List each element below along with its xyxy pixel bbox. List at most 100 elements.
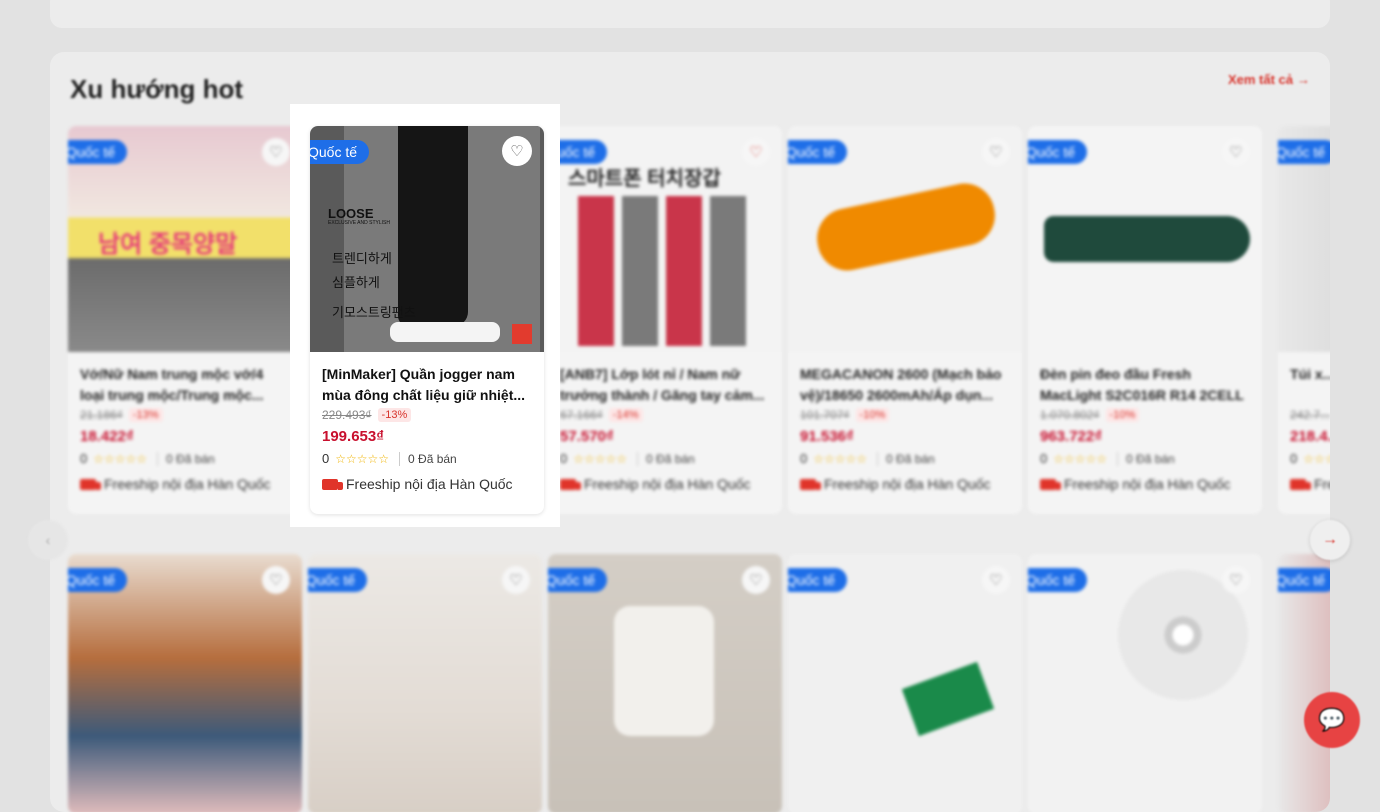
- product-row-1: 남여 중목양말 Quốc tế ♡ Vớ/Nữ Nam trung mộc vớ…: [68, 126, 1330, 514]
- brand-text: LOOSE: [328, 206, 374, 221]
- heart-icon[interactable]: ♡: [502, 136, 532, 166]
- truck-icon: [1290, 478, 1311, 490]
- product-card[interactable]: Quốc tế ♡ MEGACANON 2600 (Mạch bảo vệ)/1…: [788, 126, 1022, 514]
- shipping-text: Freeship nội địa Hàn Quốc: [1314, 476, 1330, 492]
- focused-product-card[interactable]: LOOSE EXCLUSIVE AND STYLISH 트렌디하게 심플하게 기…: [310, 126, 544, 514]
- product-image: Quốc tế ♡: [788, 554, 1022, 812]
- image-caption-2: 심플하게: [332, 275, 380, 290]
- international-badge: Quốc tế: [1028, 140, 1088, 164]
- star-rating-icon: ☆☆☆☆☆: [93, 451, 148, 466]
- product-image: Quốc tế ♡: [788, 126, 1022, 352]
- shipping-text: Freeship nội địa Hàn Quốc: [824, 476, 991, 492]
- discount-badge: -14%: [608, 408, 643, 422]
- sneakers: [390, 322, 500, 342]
- chat-button[interactable]: 💬: [1304, 692, 1360, 748]
- product-image: Quốc tế: [1278, 554, 1330, 812]
- rating-value: 0: [322, 451, 330, 466]
- heart-icon[interactable]: ♡: [1222, 138, 1250, 166]
- battery-graphic: [811, 177, 1001, 277]
- product-image-text: 스마트폰 터치장갑: [568, 168, 721, 190]
- arrow-left-icon: ‹: [45, 532, 51, 548]
- truck-icon: [560, 478, 581, 490]
- product-card[interactable]: Quốc tế ♡: [548, 554, 782, 812]
- heart-icon[interactable]: ♡: [262, 566, 290, 594]
- carousel-prev-button[interactable]: ‹: [28, 520, 68, 560]
- heart-icon[interactable]: ♡: [742, 138, 770, 166]
- product-image: Quốc tế ♡: [1028, 554, 1262, 812]
- product-image: 스마트폰 터치장갑 Quốc tế ♡: [548, 126, 782, 352]
- star-rating-icon: ☆☆☆☆☆: [813, 451, 868, 466]
- heart-icon[interactable]: ♡: [1222, 566, 1250, 594]
- rating-value: 0: [1040, 451, 1048, 466]
- star-rating-icon: ☆☆☆☆☆: [573, 451, 628, 466]
- section-title: Xu hướng hot: [70, 74, 244, 104]
- discount-badge: -13%: [128, 408, 163, 422]
- see-all-link[interactable]: Xem tất cả →: [1228, 72, 1310, 87]
- product-price: 963.722₫: [1040, 428, 1102, 445]
- old-price: 21.186₫: [80, 408, 123, 422]
- heart-icon[interactable]: ♡: [982, 138, 1010, 166]
- heart-icon[interactable]: ♡: [262, 138, 290, 166]
- focused-product-highlight: LOOSE EXCLUSIVE AND STYLISH 트렌디하게 심플하게 기…: [290, 104, 560, 527]
- sold-count: 0 Đã bán: [1117, 451, 1175, 466]
- product-name: Đèn pin đeo đầu Fresh MacLight S2C016R R…: [1040, 366, 1244, 403]
- international-badge: Quốc tế: [68, 140, 128, 164]
- old-price: 1.070.802₫: [1040, 408, 1100, 422]
- discount-badge: -10%: [855, 408, 890, 422]
- seller-logo: [512, 324, 532, 344]
- shipping-text: Freeship nội địa Hàn Quốc: [1064, 476, 1231, 492]
- international-badge: Quốc tế: [68, 568, 128, 592]
- top-panel: [50, 0, 1330, 28]
- product-card[interactable]: Quốc tế ♡ Đèn pin đeo đầu Fresh MacLight…: [1028, 126, 1262, 514]
- product-name: Túi x... Mact...: [1290, 366, 1330, 382]
- sold-count: 0 Đã bán: [637, 451, 695, 466]
- carousel-next-button[interactable]: →: [1310, 520, 1350, 560]
- sold-count: 0 Đã bán: [877, 451, 935, 466]
- international-badge: Quốc tế: [1278, 568, 1330, 592]
- star-rating-icon: ☆☆☆☆☆: [1303, 451, 1330, 466]
- product-row-2: Quốc tế ♡ Quốc tế ♡ Quốc tế ♡ Quốc tế ♡ Quốc…: [68, 554, 1330, 812]
- international-badge: Quốc tế: [788, 568, 848, 592]
- rating-value: 0: [560, 451, 568, 466]
- international-badge: Quốc tế: [1278, 140, 1330, 164]
- jogger-pants: [398, 126, 468, 326]
- product-card[interactable]: Quốc tế Túi x... Mact... 242.7... 218.4.…: [1278, 126, 1330, 514]
- heart-icon[interactable]: ♡: [982, 566, 1010, 594]
- international-badge: Quốc tế: [548, 568, 608, 592]
- product-price: 91.536₫: [800, 428, 854, 445]
- product-card[interactable]: Quốc tế ♡: [68, 554, 302, 812]
- product-image: Quốc tế ♡: [308, 554, 542, 812]
- product-card[interactable]: 스마트폰 터치장갑 Quốc tế ♡ [ANB7] Lớp lót nỉ / …: [548, 126, 782, 514]
- product-card[interactable]: Quốc tế ♡: [788, 554, 1022, 812]
- star-rating-icon: ☆☆☆☆☆: [335, 451, 390, 466]
- product-image: Quốc tế ♡: [548, 554, 782, 812]
- star-rating-icon: ☆☆☆☆☆: [1053, 451, 1108, 466]
- brand-subtext: EXCLUSIVE AND STYLISH: [328, 220, 390, 226]
- shipping-text: Freeship nội địa Hàn Quốc: [104, 476, 271, 492]
- product-image: Quốc tế ♡: [68, 554, 302, 812]
- product-image-text: 남여 중목양말: [98, 231, 238, 258]
- rating-value: 0: [800, 451, 808, 466]
- product-name: Vớ/Nữ Nam trung mộc vớ/4 loại trung mộc/…: [80, 366, 264, 403]
- product-price: 18.422₫: [80, 428, 134, 445]
- product-card[interactable]: Quốc tế: [1278, 554, 1330, 812]
- international-badge: Quốc tế: [788, 140, 848, 164]
- rating-value: 0: [80, 451, 88, 466]
- humidifier-graphic: [614, 606, 714, 736]
- sold-count: 0 Đã bán: [399, 451, 457, 466]
- international-badge: Quốc tế: [310, 140, 370, 164]
- product-card[interactable]: 남여 중목양말 Quốc tế ♡ Vớ/Nữ Nam trung mộc vớ…: [68, 126, 302, 514]
- product-image: 남여 중목양말 Quốc tế ♡: [68, 126, 302, 352]
- old-price: 101.707₫: [800, 408, 850, 422]
- heart-icon[interactable]: ♡: [502, 566, 530, 594]
- product-name: [MinMaker] Quần jogger nam mùa đông chất…: [322, 366, 526, 403]
- heart-icon[interactable]: ♡: [742, 566, 770, 594]
- truck-icon: [80, 478, 101, 490]
- product-image: Quốc tế ♡: [1028, 126, 1262, 352]
- product-image: Quốc tế: [1278, 126, 1330, 352]
- old-price: 67.166₫: [560, 408, 603, 422]
- trending-section: Xu hướng hot Xem tất cả → 남여 중목양말 Quốc t…: [50, 52, 1330, 812]
- product-card[interactable]: Quốc tế ♡: [308, 554, 542, 812]
- product-card[interactable]: Quốc tế ♡: [1028, 554, 1262, 812]
- image-caption-3: 기모스트링팬츠: [332, 305, 416, 320]
